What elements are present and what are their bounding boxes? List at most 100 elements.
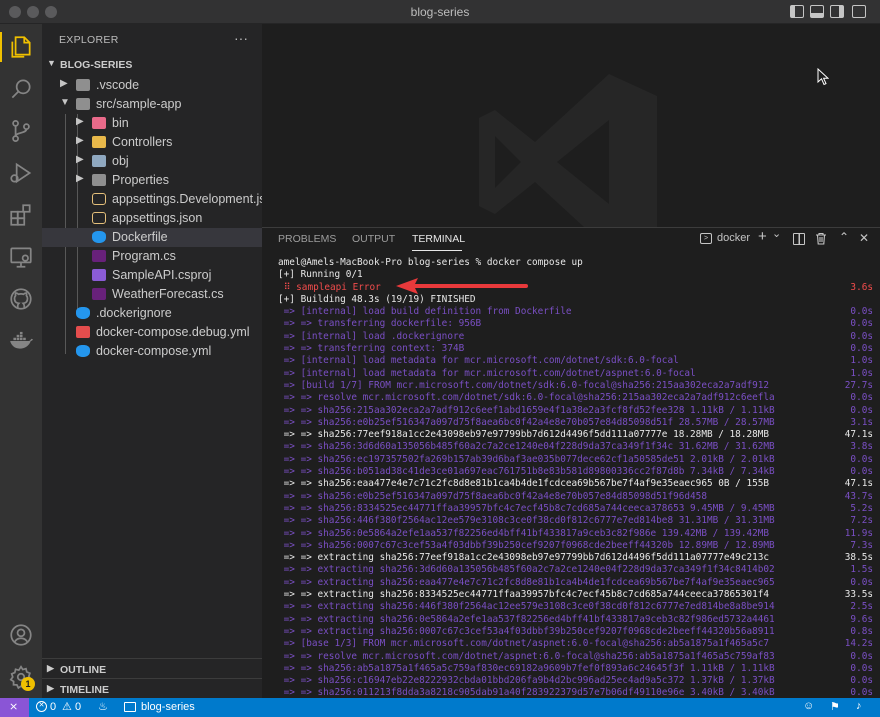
folder-icon <box>92 174 106 186</box>
terminal-line-duration: 0.0s <box>850 330 873 342</box>
terminal-line-duration: 0.0s <box>850 662 873 674</box>
tree-item-controllers[interactable]: ▶ Controllers <box>42 133 262 152</box>
tree-item-sampleapi-csproj[interactable]: SampleAPI.csproj <box>42 266 262 285</box>
tree-item-label: .dockerignore <box>96 306 172 320</box>
account-icon[interactable] <box>8 622 34 648</box>
new-terminal-icon[interactable]: + <box>758 228 767 245</box>
terminal-line-duration: 1.0s <box>850 355 873 367</box>
tree-item-label: Dockerfile <box>112 230 168 244</box>
docker-icon[interactable] <box>8 328 34 354</box>
terminal-name[interactable]: docker <box>717 232 750 244</box>
tree-item-dockerignore[interactable]: .dockerignore <box>42 304 262 323</box>
terminal-line-text: => => extracting sha256:0e5864a2efe1aa53… <box>278 613 775 625</box>
tree-item-appsettings-development-json[interactable]: appsettings.Development.json <box>42 190 279 209</box>
folder-section-header[interactable]: ▼ BLOG-SERIES <box>42 54 262 76</box>
kill-terminal-icon[interactable] <box>815 232 827 245</box>
tree-item-obj[interactable]: ▶ obj <box>42 152 262 171</box>
terminal-line: => => transferring dockerfile: 956B 0.0s <box>278 318 873 330</box>
tree-item-bin[interactable]: ▶ bin <box>42 114 262 133</box>
terminal-line-duration: 5.2s <box>850 502 873 514</box>
chevron-down-icon: ▼ <box>47 58 56 68</box>
terminal-line-duration: 1.5s <box>850 564 873 576</box>
terminal-line: => => sha256:ab5a1875a1f465a5c759af830ec… <box>278 663 873 675</box>
tab-output[interactable]: OUTPUT <box>352 233 395 245</box>
tree-item-src-sample-app[interactable]: ▼ src/sample-app <box>42 95 262 114</box>
terminal-line-duration: 0.0s <box>850 343 873 355</box>
terminal-line-text: => => extracting sha256:77eef918a1cc2e43… <box>278 552 770 564</box>
tree-item-appsettings-json[interactable]: appsettings.json <box>42 209 262 228</box>
live-share-icon[interactable]: ☺ <box>803 700 814 712</box>
terminal-line-duration: 9.6s <box>850 613 873 625</box>
terminal-line: => => extracting sha256:77eef918a1cc2e43… <box>278 552 873 564</box>
files-icon[interactable] <box>8 34 34 60</box>
terminal-line-duration: 14.2s <box>844 638 873 650</box>
terminal-line: => => resolve mcr.microsoft.com/dotnet/a… <box>278 651 873 663</box>
maximize-panel-icon[interactable]: ⌃ <box>839 230 849 244</box>
terminal-line-text: => => sha256:011213f8dda3a8218c905dab91a… <box>278 687 775 698</box>
terminal-line-text: => [internal] load .dockerignore <box>278 330 465 342</box>
search-icon[interactable] <box>8 76 34 102</box>
editor-area[interactable] <box>262 24 880 227</box>
yml-file-icon <box>76 326 90 338</box>
terminal-line-text: => => extracting sha256:446f380f2564ac12… <box>278 601 775 613</box>
remote-explorer-icon[interactable] <box>8 244 34 270</box>
terminal-line: => => sha256:77eef918a1cc2e43098eb97e977… <box>278 429 873 441</box>
terminal-line-duration: 0.0s <box>850 576 873 588</box>
remote-icon: ⨯ <box>9 701 19 713</box>
errors-count[interactable]: 0 <box>50 701 56 713</box>
terminal-line: => => extracting sha256:eaa477e4e7c71c2f… <box>278 577 873 589</box>
terminal-line-text: => => sha256:eaa477e4e7c71c2fc8d8e81b1ca… <box>278 478 770 490</box>
github-icon[interactable] <box>8 286 34 312</box>
outline-section-header[interactable]: ▶ OUTLINE <box>42 658 262 680</box>
extensions-icon[interactable] <box>8 202 34 228</box>
terminal-output[interactable]: amel@Amels-MacBook-Pro blog-series % doc… <box>278 257 873 698</box>
more-actions-icon[interactable]: ··· <box>234 30 248 46</box>
window-title: blog-series <box>410 5 470 19</box>
terminal-line-duration: 1.0s <box>850 367 873 379</box>
source-control-icon[interactable] <box>8 118 34 144</box>
tree-item-vscode[interactable]: ▶ .vscode <box>42 76 262 95</box>
tab-terminal[interactable]: TERMINAL <box>412 233 465 245</box>
terminal-line-duration: 3.1s <box>850 416 873 428</box>
tree-item-docker-compose-debug-yml[interactable]: docker-compose.debug.yml <box>42 323 262 342</box>
toggle-panel-icon[interactable] <box>810 5 824 18</box>
workspace-folder[interactable]: blog-series <box>141 701 195 713</box>
remote-feedback-icon[interactable]: ⚑ <box>830 700 840 713</box>
json-file-icon <box>92 212 106 224</box>
remote-indicator[interactable]: ⨯ <box>0 698 29 717</box>
terminal-line-text: => => sha256:ec197357502fa269b157ab39d6b… <box>278 453 775 465</box>
toggle-secondary-sidebar-icon[interactable] <box>830 5 844 18</box>
terminal-line-duration: 47.1s <box>844 478 873 490</box>
tree-item-properties[interactable]: ▶ Properties <box>42 171 262 190</box>
explorer-sidebar: EXPLORER ··· ▼ BLOG-SERIES ▶ .vscode ▼ src/… <box>42 24 279 700</box>
run-debug-icon[interactable] <box>8 160 34 186</box>
tab-problems[interactable]: PROBLEMS <box>278 233 336 245</box>
tree-item-dockerfile[interactable]: Dockerfile <box>42 228 262 247</box>
tree-item-docker-compose-yml[interactable]: docker-compose.yml <box>42 342 262 361</box>
warnings-count[interactable]: 0 <box>75 701 81 713</box>
warnings-icon[interactable]: ⚠ <box>62 700 72 713</box>
terminal-line-text: => [build 1/7] FROM mcr.microsoft.com/do… <box>278 379 770 391</box>
tree-item-label: WeatherForecast.cs <box>112 287 224 301</box>
notifications-bell-icon[interactable]: ♪ <box>856 700 862 712</box>
tree-item-program-cs[interactable]: Program.cs <box>42 247 262 266</box>
folder-icon <box>92 155 106 167</box>
terminal-line-duration: 0.0s <box>850 675 873 687</box>
close-panel-icon[interactable]: ✕ <box>859 231 869 245</box>
terminal-line-duration: 3.6s <box>850 281 873 293</box>
terminal-line-duration: 0.0s <box>850 306 873 318</box>
timeline-section-header[interactable]: ▶ TIMELINE <box>42 678 262 700</box>
tree-item-weatherforecast-cs[interactable]: WeatherForecast.cs <box>42 285 262 304</box>
terminal-dropdown-icon[interactable]: ⌄ <box>772 228 781 240</box>
terminal-line-text: => => sha256:c16947eb22e8222932cbda01bbd… <box>278 675 775 687</box>
terminal-line: => => sha256:ec197357502fa269b157ab39d6b… <box>278 454 873 466</box>
terminal-line-text: => => sha256:77eef918a1cc2e43098eb97e977… <box>278 429 770 441</box>
customize-layout-icon[interactable] <box>852 5 866 18</box>
terminal-line-text: => [internal] load build definition from… <box>278 306 572 318</box>
flame-icon[interactable]: ♨ <box>98 700 108 713</box>
tree-item-label: .vscode <box>96 78 140 92</box>
toggle-primary-sidebar-icon[interactable] <box>790 5 804 18</box>
status-bar: ⨯ ✕ 0 ⚠ 0 ♨ blog-series ☺ ⚑ ♪ <box>0 698 880 717</box>
split-terminal-icon[interactable] <box>793 233 805 245</box>
errors-icon[interactable]: ✕ <box>36 701 47 712</box>
